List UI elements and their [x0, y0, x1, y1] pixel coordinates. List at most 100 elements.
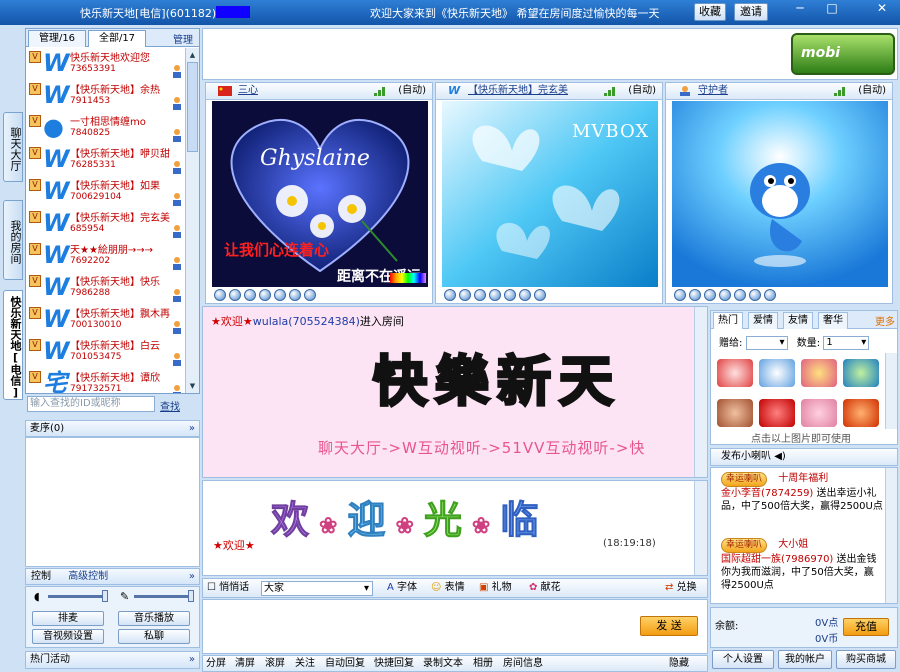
gift-count-select[interactable]: 1	[823, 336, 870, 350]
video-tool-icon[interactable]	[504, 289, 516, 301]
font-button[interactable]: A 字体	[387, 579, 417, 597]
scroll-screen-button[interactable]: 滚屏	[265, 656, 285, 671]
chevron-down-icon[interactable]: »	[189, 652, 195, 668]
video-stream-2[interactable]: MVBOX	[442, 101, 658, 287]
tab-hot-gifts[interactable]: 热门	[713, 312, 743, 329]
user-search-input[interactable]: 输入查找的ID或昵称	[27, 396, 155, 412]
video-user-name[interactable]: 三心	[238, 83, 258, 99]
minimize-button[interactable]: ─	[790, 0, 810, 16]
mic-queue-header[interactable]: 麦序(0) »	[25, 420, 200, 437]
video-stream-1[interactable]: Ghyslaine 让我们心连着心 距离不在遥远	[212, 101, 428, 287]
tab-luxury-gifts[interactable]: 奢华	[818, 312, 848, 329]
video-tool-icon[interactable]	[474, 289, 486, 301]
video-tool-icon[interactable]	[229, 289, 241, 301]
speaker-icon[interactable]: ◖	[34, 590, 40, 603]
gift-item[interactable]	[759, 399, 795, 427]
chat-username[interactable]: wulala(705524384)	[253, 315, 360, 328]
gift-item[interactable]	[843, 399, 879, 427]
video-tool-icon[interactable]	[519, 289, 531, 301]
user-row[interactable]: V W 【快乐新天地】快乐 7986288	[26, 272, 186, 304]
user-row[interactable]: V W 【快乐新天地】飘木再 700130010	[26, 304, 186, 336]
user-row[interactable]: V W 【快乐新天地】余热 7911453	[26, 80, 186, 112]
user-row[interactable]: V W 【快乐新天地】咿贝甜 76285331	[26, 144, 186, 176]
tab-all-users[interactable]: 全部/17	[88, 30, 146, 47]
close-button[interactable]: ✕	[872, 0, 892, 16]
user-row[interactable]: V W 天★★絵朋朋→→→ 7692202	[26, 240, 186, 272]
video-tool-icon[interactable]	[274, 289, 286, 301]
speaker-user[interactable]: 国际超甜一族(7986970)	[721, 554, 833, 565]
video-tool-icon[interactable]	[214, 289, 226, 301]
video-tool-icon[interactable]	[689, 289, 701, 301]
maximize-button[interactable]: □	[822, 0, 842, 16]
shop-button[interactable]: 购买商城	[836, 650, 896, 669]
tab-control[interactable]: 控制	[31, 571, 51, 582]
follow-button[interactable]: 关注	[295, 656, 315, 671]
exchange-button[interactable]: ⇄ 兑换	[665, 579, 697, 597]
ad-bottle-image[interactable]: mobi	[791, 33, 895, 75]
av-settings-button[interactable]: 音视频设置	[32, 629, 104, 644]
gift-item[interactable]	[717, 359, 753, 387]
video-tool-icon[interactable]	[734, 289, 746, 301]
mic-slider[interactable]	[134, 590, 194, 602]
queue-mic-button[interactable]: 排麦	[32, 611, 104, 626]
album-button[interactable]: 相册	[473, 656, 493, 671]
clear-screen-button[interactable]: 清屏	[235, 656, 255, 671]
scroll-up-arrow-icon[interactable]: ▲	[187, 49, 198, 61]
settings-gear-icon[interactable]	[534, 289, 546, 301]
video-tool-icon[interactable]	[244, 289, 256, 301]
message-input[interactable]	[202, 599, 708, 654]
video-tool-icon[interactable]	[489, 289, 501, 301]
chevron-down-icon[interactable]: »	[189, 421, 195, 436]
video-tool-icon[interactable]	[674, 289, 686, 301]
tab-managers[interactable]: 管理/16	[28, 30, 86, 47]
gift-item[interactable]	[843, 359, 879, 387]
video-tool-icon[interactable]	[719, 289, 731, 301]
user-row[interactable]: V 宅【快乐新天地】谭欣 791732571	[26, 368, 186, 393]
recharge-button[interactable]: 充值	[843, 618, 889, 636]
settings-gear-icon[interactable]	[764, 289, 776, 301]
video-user-name[interactable]: 【快乐新天地】完玄美	[468, 83, 568, 99]
flower-button[interactable]: ✿ 献花	[529, 579, 561, 597]
video-auto-label[interactable]: (自动)	[628, 83, 656, 99]
video-tool-icon[interactable]	[444, 289, 456, 301]
gift-item[interactable]	[801, 399, 837, 427]
user-row[interactable]: V W 【快乐新天地】如果 700629104	[26, 176, 186, 208]
private-chat-button[interactable]: 私聊	[118, 629, 190, 644]
private-chat-scrollbar[interactable]	[694, 481, 707, 575]
video-tool-icon[interactable]	[749, 289, 761, 301]
my-account-button[interactable]: 我的帐户	[778, 650, 832, 669]
manage-link[interactable]: 管理	[173, 31, 193, 46]
volume-slider-knob[interactable]	[102, 590, 108, 602]
video-user-name[interactable]: 守护者	[698, 83, 728, 99]
settings-gear-icon[interactable]	[304, 289, 316, 301]
gift-recipient-select[interactable]	[745, 336, 788, 350]
whisper-checkbox[interactable]: ☐ 悄悄话	[207, 579, 249, 597]
speaker-scrollbar[interactable]	[885, 468, 897, 603]
public-chat-area[interactable]: ★欢迎★wulala(705524384)进入房间 快樂新天 聊天大厅->W互动…	[202, 306, 708, 478]
user-list-scrollbar[interactable]: ▲ ▼	[185, 48, 199, 393]
tab-friend-gifts[interactable]: 友情	[783, 312, 813, 329]
gift-item[interactable]	[801, 359, 837, 387]
more-gifts-link[interactable]: 更多	[875, 313, 895, 328]
music-play-button[interactable]: 音乐播放	[118, 611, 190, 626]
hide-button[interactable]: 隐藏	[669, 656, 689, 671]
video-stream-3[interactable]	[672, 101, 888, 287]
personal-settings-button[interactable]: 个人设置	[712, 650, 774, 669]
video-tool-icon[interactable]	[289, 289, 301, 301]
record-text-button[interactable]: 录制文本	[423, 656, 463, 671]
send-button[interactable]: 发 送	[640, 616, 698, 636]
tab-lobby[interactable]: 聊天大厅	[3, 112, 23, 182]
tab-current-room[interactable]: 快乐新天地[电信]	[3, 290, 23, 400]
video-tool-icon[interactable]	[259, 289, 271, 301]
volume-slider[interactable]	[48, 590, 108, 602]
public-chat-scrollbar[interactable]	[694, 307, 707, 477]
quick-reply-button[interactable]: 快捷回复	[374, 656, 414, 671]
gift-item[interactable]	[717, 399, 753, 427]
speaker-header[interactable]: 发布小喇叭 ◀)	[710, 448, 898, 466]
scroll-down-arrow-icon[interactable]: ▼	[187, 380, 198, 392]
user-row[interactable]: V W 快乐新天地欢迎您 73653391	[26, 48, 186, 80]
mic-slider-knob[interactable]	[188, 590, 194, 602]
invite-button[interactable]: 邀请	[734, 3, 768, 21]
user-row[interactable]: V W 【快乐新天地】白云 701053475	[26, 336, 186, 368]
speaker-user[interactable]: 金小李音(7874259)	[721, 488, 813, 499]
